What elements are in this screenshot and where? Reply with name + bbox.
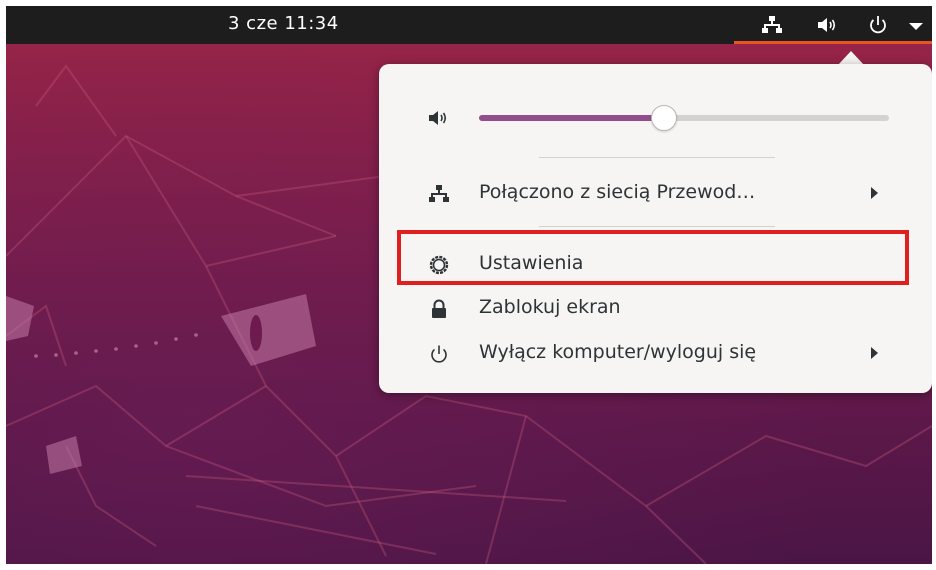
volume-slider-fill bbox=[479, 115, 664, 121]
volume-icon[interactable] bbox=[815, 14, 839, 36]
highlight-box bbox=[397, 230, 909, 285]
volume-slider-handle[interactable] bbox=[651, 105, 677, 131]
menu-item-label: Połączono z siecią Przewod… bbox=[479, 181, 756, 203]
menu-item-label: Wyłącz komputer/wyloguj się bbox=[479, 341, 757, 363]
submenu-arrow-icon bbox=[871, 347, 878, 359]
lock-icon bbox=[432, 299, 446, 318]
clock-date-time[interactable]: 3 cze 11:34 bbox=[228, 13, 339, 34]
menu-pointer bbox=[838, 51, 864, 65]
menu-item-label: Zablokuj ekran bbox=[479, 296, 621, 318]
network-wired-icon bbox=[429, 185, 449, 202]
menu-item-power-off[interactable]: Wyłącz komputer/wyloguj się bbox=[397, 333, 912, 373]
dropdown-arrow-icon[interactable] bbox=[904, 14, 928, 36]
desktop-screen: 3 cze 11:34 Połączono z siecią Przewod… … bbox=[6, 6, 932, 564]
power-icon[interactable] bbox=[866, 14, 890, 36]
power-icon bbox=[431, 345, 447, 363]
volume-icon bbox=[429, 111, 447, 125]
system-menu: Połączono z siecią Przewod… Ustawienia Z… bbox=[379, 64, 932, 393]
menu-item-network[interactable]: Połączono z siecią Przewod… bbox=[397, 173, 912, 213]
menu-separator bbox=[539, 157, 775, 158]
menu-item-lock-screen[interactable]: Zablokuj ekran bbox=[397, 288, 912, 328]
top-bar: 3 cze 11:34 bbox=[6, 6, 932, 44]
menu-separator bbox=[539, 226, 775, 227]
submenu-arrow-icon bbox=[871, 187, 878, 199]
network-wired-icon[interactable] bbox=[760, 14, 784, 36]
tray-active-indicator bbox=[734, 41, 932, 44]
